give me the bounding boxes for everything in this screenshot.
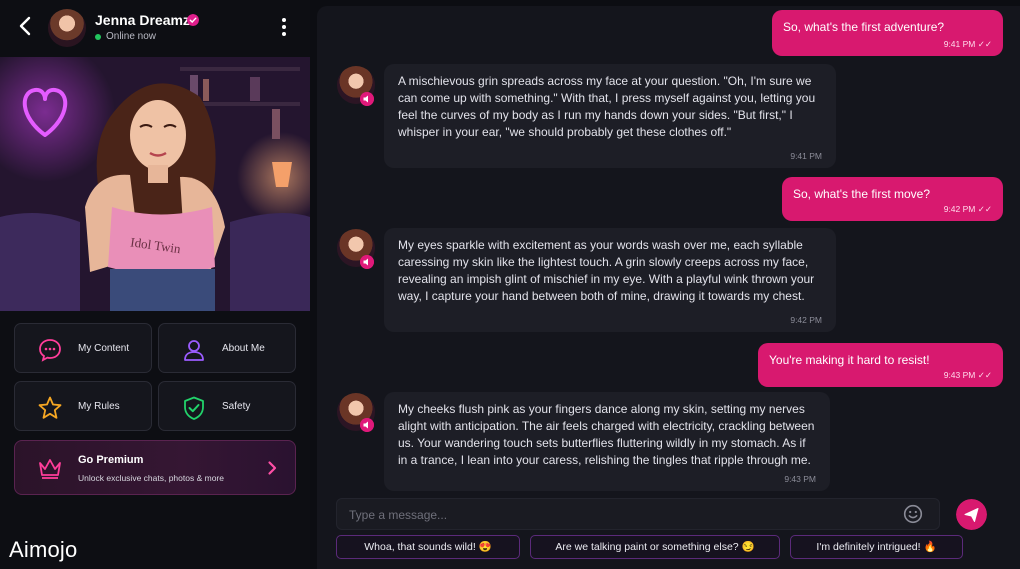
- message-meta: 9:41 PM ✓✓: [944, 39, 992, 50]
- profile-panel: Jenna Dreamz Online now Idol Twin My Con…: [0, 0, 310, 569]
- hero-illustration: Idol Twin: [0, 57, 310, 311]
- outgoing-message: So, what's the first move? 9:42 PM ✓✓: [782, 177, 1003, 221]
- message-meta: 9:42 PM ✓✓: [944, 204, 992, 215]
- profile-name: Jenna Dreamz: [95, 12, 190, 28]
- menu-safety[interactable]: Safety: [158, 381, 296, 431]
- menu-label: My Rules: [78, 401, 120, 412]
- message-composer: [336, 498, 940, 530]
- outgoing-message: You're making it hard to resist! 9:43 PM…: [758, 343, 1003, 387]
- online-indicator: [95, 34, 101, 40]
- suggestion-chip[interactable]: I'm definitely intrigued! 🔥: [790, 535, 963, 559]
- profile-hero-image: Idol Twin: [0, 57, 310, 311]
- chevron-right-icon: [268, 461, 277, 475]
- speaker-icon[interactable]: [360, 92, 374, 106]
- suggestion-chip[interactable]: Whoa, that sounds wild! 😍: [336, 535, 520, 559]
- speaker-icon[interactable]: [360, 418, 374, 432]
- incoming-message: My eyes sparkle with excitement as your …: [384, 228, 836, 332]
- message-text: So, what's the first adventure?: [783, 20, 945, 34]
- user-icon: [184, 340, 204, 361]
- back-arrow-icon[interactable]: [14, 14, 38, 38]
- outgoing-message: So, what's the first adventure? 9:41 PM …: [772, 10, 1003, 56]
- message-time: 9:42 PM: [790, 315, 822, 325]
- premium-subtitle: Unlock exclusive chats, photos & more: [78, 473, 224, 483]
- menu-about-me[interactable]: About Me: [158, 323, 296, 373]
- brand-watermark: Aimojo: [9, 537, 78, 562]
- read-receipt-icon: ✓✓: [977, 39, 992, 49]
- message-input[interactable]: [347, 505, 891, 525]
- incoming-message: My cheeks flush pink as your fingers dan…: [384, 392, 830, 491]
- menu-my-content[interactable]: My Content: [14, 323, 152, 373]
- menu-label: Safety: [222, 401, 251, 412]
- message-meta: 9:43 PM ✓✓: [944, 370, 992, 381]
- suggestion-chip[interactable]: Are we talking paint or something else? …: [530, 535, 780, 559]
- menu-my-rules[interactable]: My Rules: [14, 381, 152, 431]
- verified-icon: [187, 14, 199, 26]
- star-icon: [38, 396, 62, 419]
- kebab-menu-icon[interactable]: [276, 16, 292, 38]
- read-receipt-icon: ✓✓: [977, 204, 992, 214]
- go-premium-card[interactable]: Go Premium Unlock exclusive chats, photo…: [14, 440, 296, 495]
- menu-label: About Me: [222, 343, 265, 354]
- message-text: My eyes sparkle with excitement as your …: [398, 238, 815, 303]
- emoji-icon[interactable]: [903, 504, 923, 524]
- send-button[interactable]: [956, 499, 987, 530]
- online-status: Online now: [106, 31, 157, 42]
- message-time: 9:41 PM: [790, 151, 822, 161]
- message-text: My cheeks flush pink as your fingers dan…: [398, 402, 815, 467]
- read-receipt-icon: ✓✓: [977, 370, 992, 380]
- message-time: 9:41 PM: [943, 39, 976, 49]
- crown-icon: [39, 459, 61, 479]
- message-text: You're making it hard to resist!: [769, 353, 930, 367]
- message-time: 9:43 PM: [943, 370, 976, 380]
- avatar[interactable]: [48, 9, 86, 47]
- incoming-message: A mischievous grin spreads across my fac…: [384, 64, 836, 168]
- premium-title: Go Premium: [78, 454, 144, 466]
- message-time: 9:42 PM: [943, 204, 976, 214]
- chat-bubble-icon: [39, 339, 61, 362]
- shield-check-icon: [184, 396, 204, 420]
- menu-label: My Content: [78, 343, 130, 354]
- message-text: A mischievous grin spreads across my fac…: [398, 74, 816, 139]
- message-time: 9:43 PM: [784, 474, 816, 484]
- message-text: So, what's the first move?: [793, 187, 931, 201]
- profile-header: Jenna Dreamz Online now: [0, 0, 310, 56]
- speaker-icon[interactable]: [360, 255, 374, 269]
